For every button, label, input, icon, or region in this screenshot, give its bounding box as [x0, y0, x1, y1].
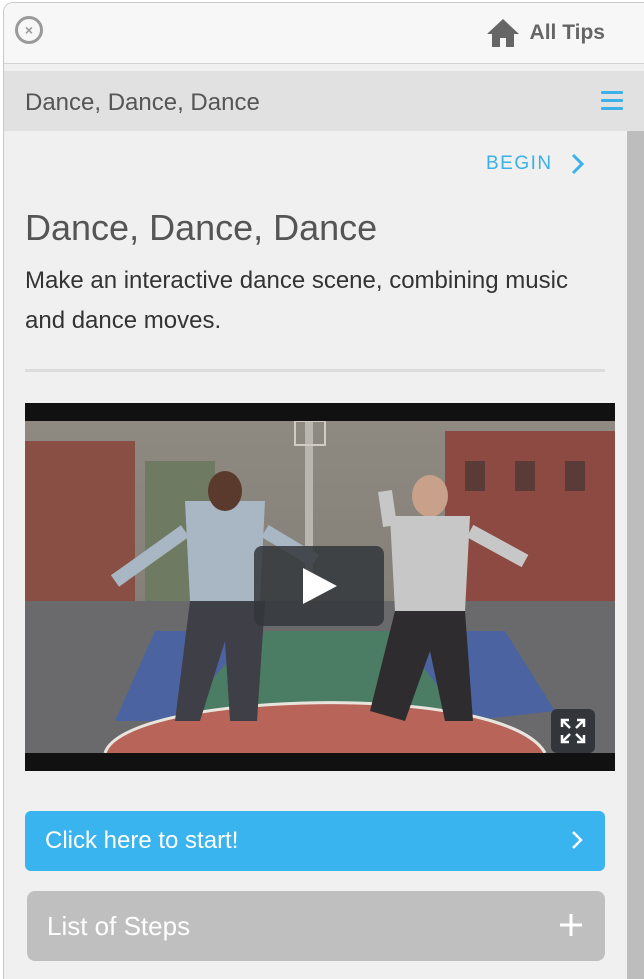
list-of-steps-button[interactable]: List of Steps	[27, 891, 605, 961]
close-icon: ×	[24, 22, 34, 38]
start-button-label: Click here to start!	[45, 827, 239, 854]
tip-title: Dance, Dance, Dance	[25, 89, 260, 116]
fullscreen-button[interactable]	[551, 709, 595, 753]
scrollbar[interactable]	[627, 131, 644, 979]
plus-icon	[560, 914, 582, 936]
video-player[interactable]	[25, 403, 615, 771]
play-icon	[303, 568, 337, 604]
chevron-right-icon	[572, 831, 583, 849]
begin-label: BEGIN	[486, 153, 553, 174]
play-button[interactable]	[254, 546, 384, 626]
all-tips-label: All Tips	[529, 21, 605, 44]
tip-description: Make an interactive dance scene, combini…	[25, 267, 568, 334]
all-tips-button[interactable]: All Tips	[486, 17, 605, 49]
chevron-right-icon	[571, 153, 584, 175]
list-of-steps-label: List of Steps	[47, 911, 191, 941]
begin-link[interactable]: BEGIN	[486, 149, 585, 179]
page-title: Dance, Dance, Dance	[25, 207, 378, 248]
hamburger-menu-icon[interactable]	[601, 91, 623, 111]
home-icon	[486, 19, 519, 47]
top-bar: × All Tips	[4, 3, 644, 64]
close-button[interactable]: ×	[15, 16, 43, 44]
start-button[interactable]: Click here to start!	[25, 811, 605, 871]
title-bar: Dance, Dance, Dance	[4, 71, 644, 131]
fullscreen-icon	[560, 718, 586, 744]
tips-panel: × All Tips Dance, Dance, Dance BEGIN Dan…	[3, 2, 644, 979]
divider	[25, 369, 605, 372]
